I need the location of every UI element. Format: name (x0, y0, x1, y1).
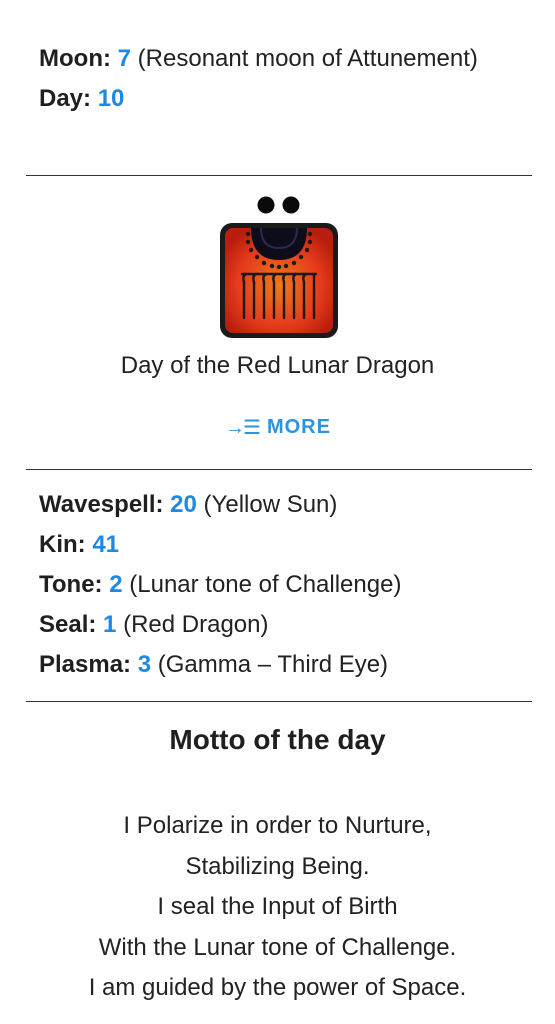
moon-label: Moon: (39, 45, 111, 72)
divider-top (26, 175, 532, 176)
red-lunar-dragon-glyph (220, 196, 338, 338)
tone-dot (282, 196, 300, 214)
motto-text: I Polarize in order to Nurture, Stabiliz… (0, 806, 555, 1009)
more-button[interactable]: →☰ MORE (212, 408, 344, 446)
moon-row: Moon: 7 (Resonant moon of Attunement) (39, 39, 535, 79)
motto-line: With the Lunar tone of Challenge. (98, 933, 457, 961)
kin-details: Wavespell: 20 (Yellow Sun) Kin: 41 Tone:… (39, 485, 535, 685)
motto-line: I seal the Input of Birth (157, 893, 398, 920)
plasma-label: Plasma: (39, 651, 132, 678)
motto-heading: Motto of the day (169, 724, 386, 755)
wavespell-description: (Yellow Sun) (203, 491, 338, 518)
tone-dot (257, 196, 275, 214)
kin-day-page: Moon: 7 (Resonant moon of Attunement) Da… (0, 0, 555, 1024)
seal-row: Seal: 1 (Red Dragon) (39, 605, 535, 645)
kin-title: Day of the Red Lunar Dragon (120, 352, 435, 379)
day-value: 10 (97, 85, 125, 112)
tone-label: Tone: (39, 571, 103, 598)
kin-row: Kin: 41 (39, 525, 535, 565)
wavespell-row: Wavespell: 20 (Yellow Sun) (39, 485, 535, 525)
plasma-value: 3 (137, 651, 152, 678)
moon-value: 7 (117, 45, 131, 72)
calendar-info: Moon: 7 (Resonant moon of Attunement) Da… (39, 39, 535, 119)
seal-value: 1 (103, 611, 117, 638)
tone-row: Tone: 2 (Lunar tone of Challenge) (39, 565, 535, 605)
motto-line: Stabilizing Being. (185, 852, 370, 880)
tone-value: 2 (109, 571, 123, 598)
moon-description: (Resonant moon of Attunement) (137, 45, 478, 72)
day-label: Day: (39, 85, 92, 112)
expand-list-icon: →☰ (225, 416, 261, 439)
wavespell-value: 20 (170, 491, 197, 518)
day-row: Day: 10 (39, 79, 535, 119)
plasma-row: Plasma: 3 (Gamma – Third Eye) (39, 645, 535, 685)
plasma-description: (Gamma – Third Eye) (157, 651, 389, 678)
wavespell-label: Wavespell: (39, 491, 164, 518)
motto-line: I am guided by the power of Space. (88, 974, 467, 1001)
more-button-label: MORE (266, 415, 331, 438)
seal-label: Seal: (39, 611, 97, 638)
divider-middle (26, 469, 532, 470)
motto-line: I Polarize in order to Nurture, (123, 812, 432, 839)
tone-description: (Lunar tone of Challenge) (129, 571, 402, 598)
divider-bottom (26, 701, 532, 702)
seal-description: (Red Dragon) (123, 611, 269, 638)
kin-label: Kin: (39, 531, 86, 558)
kin-value: 41 (92, 531, 120, 558)
